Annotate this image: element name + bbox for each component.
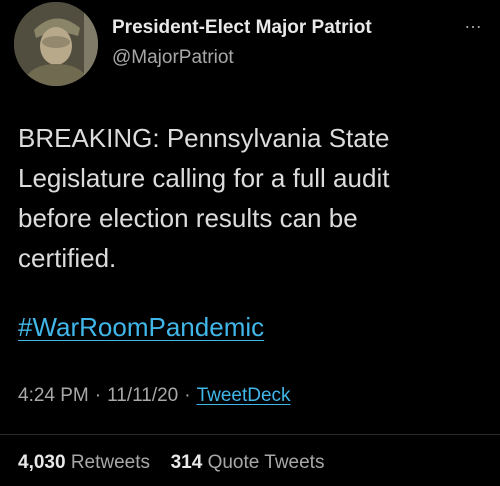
tweet-time[interactable]: 4:24 PM xyxy=(18,385,89,406)
tweet-stats: 4,030 Retweets 314 Quote Tweets xyxy=(18,452,324,474)
soldier-portrait-icon xyxy=(14,2,98,86)
tweet-meta: 4:24 PM · 11/11/20 · TweetDeck xyxy=(18,385,291,407)
tweet-source-link[interactable]: TweetDeck xyxy=(197,385,291,406)
meta-separator: · xyxy=(94,385,102,406)
tweet-line: before election results can be xyxy=(18,203,358,233)
avatar[interactable] xyxy=(14,2,98,86)
quote-tweets-stat[interactable]: 314 Quote Tweets xyxy=(165,452,325,473)
hashtag-link[interactable]: #WarRoomPandemic xyxy=(18,312,264,343)
tweet-line: BREAKING: Pennsylvania State xyxy=(18,123,390,153)
retweets-count: 4,030 xyxy=(18,452,66,473)
divider xyxy=(0,434,500,435)
tweet-text: BREAKING: Pennsylvania State Legislature… xyxy=(18,118,488,278)
quotes-count: 314 xyxy=(170,452,203,473)
user-handle[interactable]: @MajorPatriot xyxy=(112,47,234,69)
tweet-line: Legislature calling for a full audit xyxy=(18,163,390,193)
tweet-line: certified. xyxy=(18,243,117,273)
meta-separator: · xyxy=(184,385,191,406)
more-options-icon[interactable]: … xyxy=(464,12,482,33)
retweets-label: Retweets xyxy=(70,452,151,473)
display-name[interactable]: President-Elect Major Patriot xyxy=(112,17,372,39)
quotes-label: Quote Tweets xyxy=(207,452,325,473)
tweet-date[interactable]: 11/11/20 xyxy=(107,385,178,406)
retweets-stat[interactable]: 4,030 Retweets xyxy=(18,452,155,473)
